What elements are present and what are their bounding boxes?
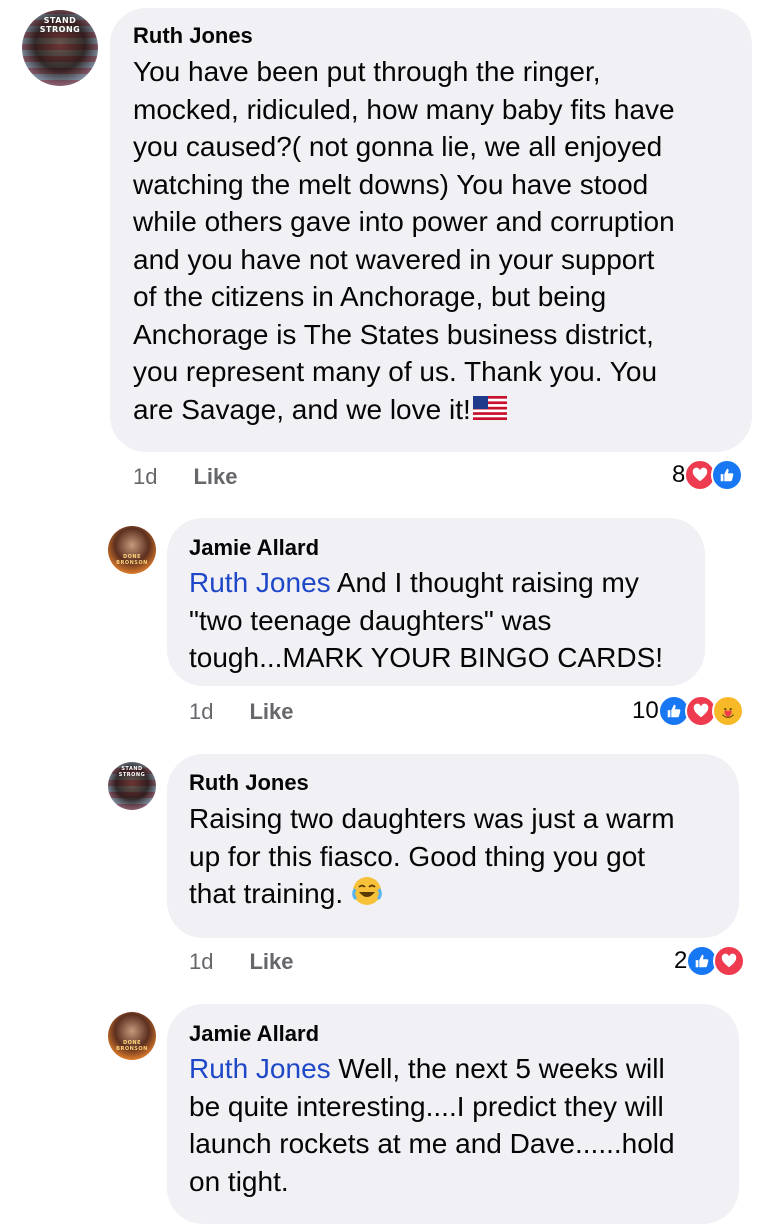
comment-body: You have been put through the ringer, mo… (133, 56, 675, 425)
comment-author[interactable]: Jamie Allard (189, 535, 319, 561)
comment-text: Raising two daughters was just a warm up… (189, 800, 734, 917)
avatar[interactable]: DONE BRONSON (108, 1012, 156, 1060)
mention-link[interactable]: Ruth Jones (189, 567, 331, 598)
care-reaction-icon (711, 695, 744, 727)
comment-meta: 1d Like (133, 464, 238, 490)
reaction-summary[interactable]: 10 (632, 695, 744, 727)
us-flag-emoji (472, 392, 507, 430)
comment-meta: 1d Like (189, 949, 294, 975)
comment-author[interactable]: Ruth Jones (189, 770, 309, 796)
avatar-caption: STAND STRONG (118, 766, 146, 778)
laughing-emoji (351, 875, 383, 917)
avatar[interactable]: STAND STRONG (108, 762, 156, 810)
avatar-caption: STAND STRONG (39, 16, 81, 34)
like-button[interactable]: Like (249, 949, 293, 974)
comment-text: You have been put through the ringer, mo… (133, 53, 743, 430)
reaction-summary[interactable]: 8 (672, 459, 744, 491)
comment-author[interactable]: Jamie Allard (189, 1021, 319, 1047)
comment-meta: 1d Like (189, 699, 294, 725)
avatar-caption: DONE BRONSON (116, 1040, 148, 1052)
avatar[interactable]: STAND STRONG (22, 10, 98, 86)
reaction-count: 2 (674, 947, 688, 974)
comment-time[interactable]: 1d (189, 699, 213, 724)
reaction-summary[interactable]: 2 (674, 945, 746, 977)
mention-link[interactable]: Ruth Jones (189, 1053, 331, 1084)
love-reaction-icon (713, 945, 746, 977)
comment-time[interactable]: 1d (189, 949, 213, 974)
reaction-count: 10 (632, 697, 659, 724)
avatar-caption: DONE BRONSON (116, 554, 148, 566)
like-reaction-icon (711, 459, 744, 491)
comment-text: Ruth Jones And I thought raising my "two… (189, 564, 699, 677)
reaction-count: 8 (672, 461, 686, 488)
like-button[interactable]: Like (193, 464, 237, 489)
comment-time[interactable]: 1d (133, 464, 157, 489)
comment-body: Raising two daughters was just a warm up… (189, 803, 675, 910)
avatar[interactable]: DONE BRONSON (108, 526, 156, 574)
comment-text: Ruth Jones Well, the next 5 weeks will b… (189, 1050, 734, 1200)
like-button[interactable]: Like (249, 699, 293, 724)
comment-author[interactable]: Ruth Jones (133, 23, 253, 49)
